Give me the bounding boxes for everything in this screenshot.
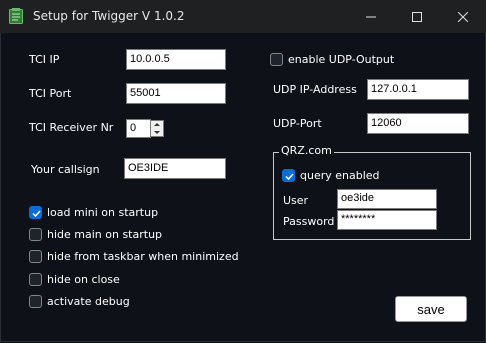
title-bar[interactable]: Setup for Twigger V 1.0.2 — [0, 0, 486, 33]
udp-port-input[interactable]: 12060 — [367, 113, 469, 134]
twigger-app-icon — [9, 8, 23, 24]
checkmark-icon — [32, 210, 41, 218]
load-mini-label[interactable]: load mini on startup — [47, 206, 158, 219]
hide-on-close-label[interactable]: hide on close — [47, 273, 120, 286]
qrz-group-title: QRZ.com — [279, 144, 334, 157]
callsign-label: Your callsign — [31, 163, 100, 176]
udp-ip-label: UDP IP-Address — [273, 83, 357, 96]
tci-receiver-input[interactable]: 0 — [126, 119, 151, 138]
qrz-password-label: Password — [283, 215, 335, 228]
stepper-down-icon[interactable] — [151, 129, 163, 136]
qrz-user-label: User — [283, 194, 309, 207]
maximize-icon — [412, 11, 422, 22]
stepper-up-icon[interactable] — [151, 121, 163, 128]
tci-ip-input[interactable]: 10.0.0.5 — [126, 49, 226, 70]
window-title: Setup for Twigger V 1.0.2 — [33, 9, 185, 23]
qrz-password-input[interactable]: ******** — [337, 210, 437, 230]
save-button[interactable]: save — [395, 296, 467, 322]
qrz-user-input[interactable]: oe3ide — [337, 189, 437, 209]
hide-taskbar-checkbox[interactable] — [29, 250, 42, 263]
hide-on-close-checkbox[interactable] — [29, 273, 42, 286]
close-button[interactable] — [440, 0, 486, 33]
tci-port-label: TCI Port — [29, 87, 72, 100]
activate-debug-checkbox[interactable] — [29, 295, 42, 308]
udp-ip-input[interactable]: 127.0.0.1 — [367, 79, 469, 100]
query-enabled-label[interactable]: query enabled — [300, 169, 380, 182]
tci-port-input[interactable]: 55001 — [126, 83, 226, 104]
hide-taskbar-label[interactable]: hide from taskbar when minimized — [47, 250, 239, 263]
checkmark-icon — [285, 173, 294, 181]
minimize-icon — [366, 16, 376, 17]
callsign-input[interactable]: OE3IDE — [124, 158, 226, 179]
maximize-button[interactable] — [394, 0, 440, 33]
tci-ip-label: TCI IP — [29, 53, 60, 66]
minimize-button[interactable] — [348, 0, 394, 33]
udp-port-label: UDP-Port — [273, 117, 322, 130]
close-icon — [458, 11, 468, 22]
enable-udp-label[interactable]: enable UDP-Output — [288, 53, 394, 66]
query-enabled-checkbox[interactable] — [282, 169, 295, 182]
hide-main-checkbox[interactable] — [29, 228, 42, 241]
tci-receiver-stepper[interactable] — [150, 120, 164, 137]
load-mini-checkbox[interactable] — [29, 206, 42, 219]
tci-receiver-label: TCI Receiver Nr — [29, 121, 114, 134]
enable-udp-checkbox[interactable] — [270, 53, 283, 66]
hide-main-label[interactable]: hide main on startup — [47, 228, 162, 241]
activate-debug-label[interactable]: activate debug — [47, 295, 130, 308]
